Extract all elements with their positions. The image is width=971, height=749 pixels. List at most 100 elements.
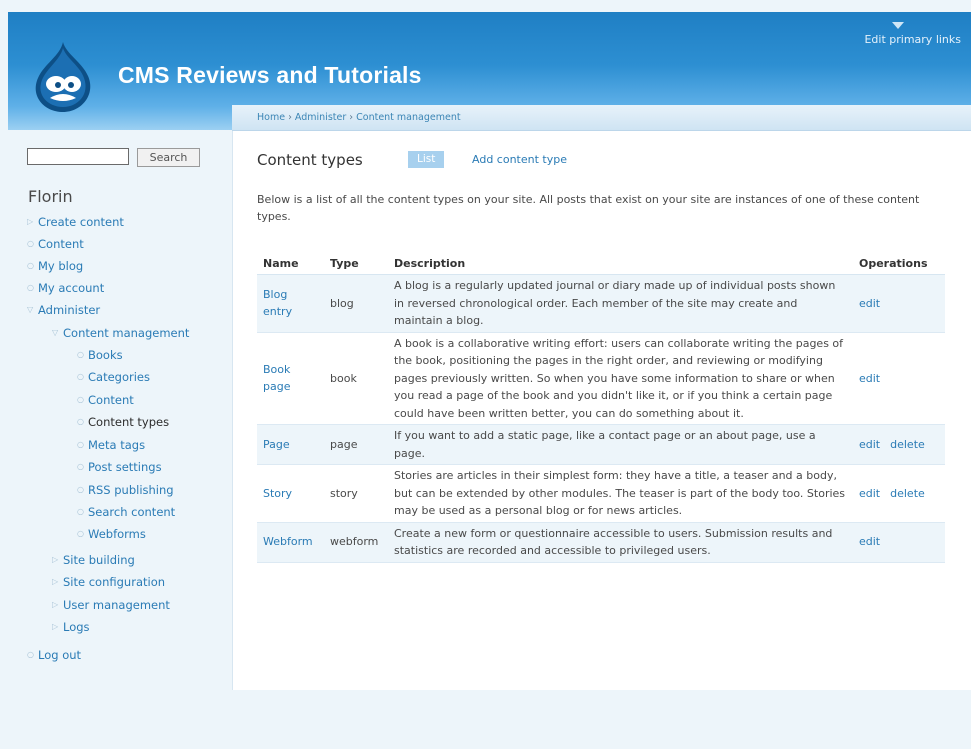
circle-icon: ○ [77, 440, 84, 449]
sidebar-item-my-account[interactable]: ○ My account [27, 280, 104, 296]
sidebar-item-user-management[interactable]: ▷ User management [52, 597, 170, 613]
table-header-row: Name Type Description Operations [257, 252, 945, 275]
content-type-link[interactable]: Story [263, 487, 292, 500]
sidebar-item-label[interactable]: Administer [38, 303, 100, 317]
sidebar-item-site-building[interactable]: ▷ Site building [52, 552, 135, 568]
circle-icon: ○ [27, 239, 34, 248]
search-input[interactable] [27, 148, 129, 165]
content-type-link[interactable]: Webform [263, 535, 313, 548]
breadcrumb-content-management[interactable]: Content management [356, 112, 460, 123]
cell-type: webform [324, 522, 388, 563]
edit-link[interactable]: edit [859, 297, 880, 310]
breadcrumb-administer[interactable]: Administer [295, 112, 346, 123]
edit-link[interactable]: edit [859, 487, 880, 500]
sidebar-item-label[interactable]: Logs [63, 620, 90, 634]
sidebar-item-label[interactable]: Site building [63, 553, 135, 567]
edit-link[interactable]: edit [859, 438, 880, 451]
content-type-link[interactable]: Page [263, 438, 290, 451]
sidebar-item-content[interactable]: ○ Content [27, 236, 84, 252]
cell-description: Stories are articles in their simplest f… [388, 464, 853, 523]
tab-list[interactable]: List [408, 151, 445, 168]
circle-icon: ○ [77, 372, 84, 381]
cell-description: A blog is a regularly updated journal or… [388, 274, 853, 333]
breadcrumb-separator: › [288, 112, 295, 123]
delete-link[interactable]: delete [890, 438, 925, 451]
triangle-down-icon: ▽ [27, 305, 34, 314]
sidebar-item-label[interactable]: RSS publishing [88, 483, 174, 497]
sidebar-item-my-blog[interactable]: ○ My blog [27, 258, 83, 274]
sidebar-item-label[interactable]: Books [88, 348, 123, 362]
sidebar-user-name: Florin [28, 187, 73, 206]
content-type-link[interactable]: Book page [263, 363, 290, 394]
cell-type: blog [324, 274, 388, 333]
sidebar-item-books[interactable]: ○ Books [77, 347, 123, 363]
search-button[interactable]: Search [137, 148, 200, 167]
sidebar-item-search-content[interactable]: ○ Search content [77, 504, 175, 520]
sidebar-item-label[interactable]: Log out [38, 648, 81, 662]
cell-type: story [324, 464, 388, 523]
drupal-logo-icon[interactable] [30, 40, 96, 116]
sidebar-item-meta-tags[interactable]: ○ Meta tags [77, 437, 145, 453]
sidebar-item-label[interactable]: My account [38, 281, 104, 295]
table-row: Webform webform Create a new form or que… [257, 522, 945, 563]
cell-name: Page [257, 424, 324, 465]
sidebar-item-rss-publishing[interactable]: ○ RSS publishing [77, 482, 174, 498]
sidebar-item-post-settings[interactable]: ○ Post settings [77, 459, 162, 475]
sidebar-item-label[interactable]: Search content [88, 505, 175, 519]
sidebar-item-administer[interactable]: ▽ Administer [27, 302, 100, 318]
edit-primary-links-link[interactable]: Edit primary links [864, 33, 961, 46]
sidebar-item-label[interactable]: Categories [88, 370, 150, 384]
sidebar-item-label[interactable]: My blog [38, 259, 83, 273]
sidebar-item-create-content[interactable]: ▷ Create content [27, 214, 124, 230]
sidebar-item-label[interactable]: Content [38, 237, 84, 251]
sidebar-item-label[interactable]: Create content [38, 215, 124, 229]
sidebar-item-label[interactable]: User management [63, 598, 170, 612]
circle-icon: ○ [77, 507, 84, 516]
cell-name: Blog entry [257, 274, 324, 333]
triangle-right-icon: ▷ [52, 622, 59, 631]
circle-icon: ○ [77, 417, 84, 426]
circle-icon: ○ [77, 485, 84, 494]
triangle-down-icon: ▽ [52, 328, 59, 337]
sidebar-item-log-out[interactable]: ○ Log out [27, 647, 81, 663]
page-title: Content types [257, 151, 363, 169]
tab-add-content-type[interactable]: Add content type [472, 153, 567, 166]
sidebar-item-label[interactable]: Webforms [88, 527, 146, 541]
circle-icon: ○ [77, 529, 84, 538]
table-row: Book page book A book is a collaborative… [257, 332, 945, 425]
breadcrumb-home[interactable]: Home [257, 112, 285, 123]
delete-link[interactable]: delete [890, 487, 925, 500]
cell-operations: edit [853, 274, 945, 333]
sidebar-item-label[interactable]: Content types [88, 415, 169, 429]
column-header-name: Name [257, 252, 324, 275]
intro-text: Below is a list of all the content types… [257, 193, 920, 223]
sidebar-item-content-management[interactable]: ▽ Content management [52, 325, 189, 341]
breadcrumb-bar: Home › Administer › Content management [232, 105, 971, 131]
sidebar-item-label[interactable]: Post settings [88, 460, 162, 474]
sidebar-item-label[interactable]: Content [88, 393, 134, 407]
content-types-table: Name Type Description Operations Blog en… [257, 252, 945, 563]
cell-description: If you want to add a static page, like a… [388, 424, 853, 465]
edit-link[interactable]: edit [859, 372, 880, 385]
cell-operations: edit delete [853, 464, 945, 523]
cell-operations: edit [853, 332, 945, 425]
sidebar-item-label[interactable]: Content management [63, 326, 189, 340]
cell-operations: edit [853, 522, 945, 563]
sidebar-item-webforms[interactable]: ○ Webforms [77, 526, 146, 542]
circle-icon: ○ [77, 462, 84, 471]
sidebar-item-label[interactable]: Site configuration [63, 575, 165, 589]
circle-icon: ○ [27, 261, 34, 270]
content-type-link[interactable]: Blog entry [263, 288, 292, 319]
site-name[interactable]: CMS Reviews and Tutorials [118, 62, 422, 89]
sidebar-item-content-types[interactable]: ○ Content types [77, 414, 169, 430]
sidebar-item-label[interactable]: Meta tags [88, 438, 145, 452]
column-header-type: Type [324, 252, 388, 275]
sidebar-item-categories[interactable]: ○ Categories [77, 369, 150, 385]
sidebar-item-site-configuration[interactable]: ▷ Site configuration [52, 574, 165, 590]
sidebar-item-content-sub[interactable]: ○ Content [77, 392, 134, 408]
caret-down-icon [892, 22, 904, 29]
sidebar-item-logs[interactable]: ▷ Logs [52, 619, 90, 635]
cell-description: A book is a collaborative writing effort… [388, 332, 853, 425]
edit-link[interactable]: edit [859, 535, 880, 548]
breadcrumb: Home › Administer › Content management [257, 112, 461, 123]
